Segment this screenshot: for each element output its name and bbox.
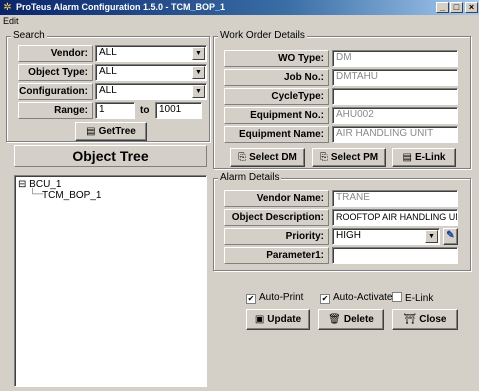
configuration-select[interactable]: ALL ▼ — [95, 83, 207, 100]
parameter1-label: Parameter1: — [224, 247, 329, 264]
update-button[interactable]: ▣ Update — [246, 309, 310, 330]
select-dm-button[interactable]: ⎘ Select DM — [230, 148, 305, 167]
gettree-button[interactable]: ▤ GetTree — [75, 122, 147, 141]
tree-icon: ▤ — [86, 126, 96, 137]
app-icon[interactable]: ✲ — [2, 2, 13, 13]
object-type-select[interactable]: ALL ▼ — [95, 64, 207, 81]
vendor-select[interactable]: ALL ▼ — [95, 45, 207, 62]
auto-print-checkbox[interactable]: ✔ Auto-Print — [246, 292, 303, 304]
priority-select[interactable]: HIGH ▼ — [332, 228, 440, 245]
maximize-button[interactable]: □ — [450, 2, 463, 13]
check-icon: ✔ — [320, 294, 330, 304]
wo-type-label: WO Type: — [224, 50, 329, 67]
chevron-down-icon[interactable]: ▼ — [192, 47, 205, 60]
tree-node-tcm-bop[interactable]: TCM_BOP_1 — [42, 190, 101, 201]
window-title: ProTeus Alarm Configuration 1.5.0 - TCM_… — [16, 2, 226, 12]
select-icon: ⎘ — [319, 152, 328, 163]
range-to-label: to — [140, 105, 150, 116]
priority-label: Priority: — [224, 228, 329, 245]
delete-button[interactable]: 🗑 Delete — [318, 309, 384, 330]
equipment-no-field[interactable]: AHU002 — [332, 107, 458, 124]
save-icon: ▣ — [254, 314, 265, 325]
select-pm-button[interactable]: ⎘ Select PM — [312, 148, 386, 167]
vendor-name-label: Vendor Name: — [224, 190, 329, 207]
configuration-label: Configuration: — [18, 83, 93, 100]
range-from-input[interactable]: 1 — [95, 102, 135, 119]
select-icon: ⎘ — [238, 152, 247, 163]
trash-icon: 🗑 — [328, 314, 341, 325]
chevron-down-icon[interactable]: ▼ — [425, 230, 438, 243]
exit-door-icon: ⛩ — [403, 314, 417, 325]
object-tree-title: Object Tree — [14, 145, 207, 167]
menu-bar: Edit — [0, 15, 479, 27]
minimize-button[interactable]: _ — [436, 2, 449, 13]
check-icon: ✔ — [246, 294, 256, 304]
elink-checkbox[interactable]: E-Link — [392, 292, 433, 305]
close-button[interactable]: ⛩ Close — [392, 309, 458, 330]
equipment-no-label: Equipment No.: — [224, 107, 329, 124]
object-description-field[interactable]: ROOFTOP AIR HANDLING UNIT — [332, 209, 458, 226]
vendor-label: Vendor: — [18, 45, 93, 62]
cycle-type-label: CycleType: — [224, 88, 329, 105]
wo-type-field[interactable]: DM — [332, 50, 458, 67]
elink-button[interactable]: ▤ E-Link — [392, 148, 456, 167]
work-order-group-title: Work Order Details — [218, 30, 307, 42]
alarm-details-group-title: Alarm Details — [218, 172, 282, 184]
priority-edit-icon[interactable]: ✎ — [443, 228, 458, 245]
menu-edit[interactable]: Edit — [3, 16, 19, 26]
job-no-label: Job No.: — [224, 69, 329, 86]
collapse-icon[interactable]: ⊟ — [18, 179, 26, 190]
parameter1-field[interactable] — [332, 247, 458, 264]
chevron-down-icon[interactable]: ▼ — [192, 66, 205, 79]
auto-activate-checkbox[interactable]: ✔ Auto-Activate — [320, 292, 392, 304]
unchecked-box-icon — [392, 292, 402, 302]
equipment-name-field[interactable]: AIR HANDLING UNIT — [332, 126, 458, 143]
range-label: Range: — [18, 102, 93, 119]
title-bar[interactable]: ProTeus Alarm Configuration 1.5.0 - TCM_… — [0, 0, 479, 15]
object-tree[interactable]: ⊟ BCU_1 └─ TCM_BOP_1 — [14, 175, 207, 387]
search-group-title: Search — [11, 30, 47, 42]
close-window-button[interactable]: × — [465, 2, 478, 13]
object-description-label: Object Description: — [224, 209, 329, 226]
equipment-name-label: Equipment Name: — [224, 126, 329, 143]
range-to-input[interactable]: 1001 — [155, 102, 202, 119]
document-icon: ▤ — [402, 152, 412, 163]
vendor-name-field[interactable]: TRANE — [332, 190, 458, 207]
chevron-down-icon[interactable]: ▼ — [192, 85, 205, 98]
object-type-label: Object Type: — [18, 64, 93, 81]
job-no-field[interactable]: DMTAHU — [332, 69, 458, 86]
cycle-type-field[interactable] — [332, 88, 458, 105]
